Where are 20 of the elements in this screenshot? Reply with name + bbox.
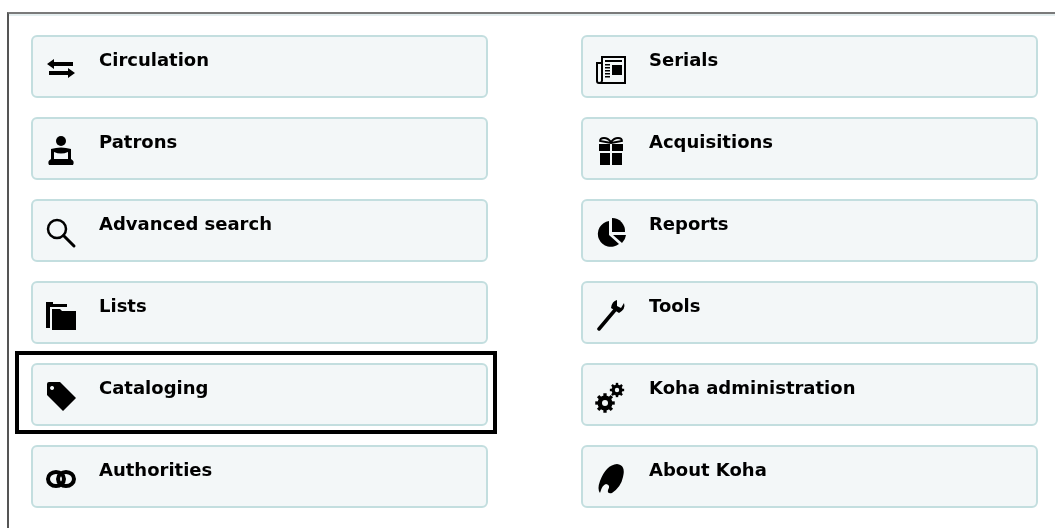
wrench-icon bbox=[595, 299, 627, 331]
tag-icon bbox=[45, 381, 77, 413]
menu-button[interactable]: Koha administration bbox=[581, 363, 1038, 426]
menu-button[interactable]: Circulation bbox=[31, 35, 488, 98]
menu-button[interactable]: Advanced search bbox=[31, 199, 488, 262]
menu-button[interactable]: About Koha bbox=[581, 445, 1038, 508]
reader-icon bbox=[45, 135, 77, 167]
menu-button[interactable]: Tools bbox=[581, 281, 1038, 344]
folder-icon bbox=[45, 299, 77, 331]
search-icon bbox=[45, 217, 77, 249]
newspaper-icon bbox=[595, 53, 627, 85]
menu-button[interactable]: Serials bbox=[581, 35, 1038, 98]
menu-button[interactable]: Lists bbox=[31, 281, 488, 344]
menu-button[interactable]: Cataloging bbox=[31, 363, 488, 426]
menu-button[interactable]: Authorities bbox=[31, 445, 488, 508]
menu-button[interactable]: Patrons bbox=[31, 117, 488, 180]
gears-icon bbox=[595, 381, 627, 413]
menu-button[interactable]: Reports bbox=[581, 199, 1038, 262]
pie-chart-icon bbox=[595, 217, 627, 249]
menu-button[interactable]: Acquisitions bbox=[581, 117, 1038, 180]
